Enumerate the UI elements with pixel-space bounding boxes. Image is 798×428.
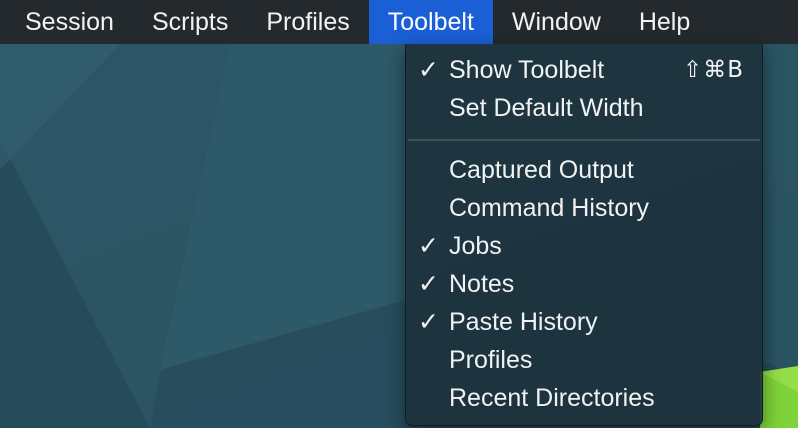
menu-separator — [408, 139, 760, 141]
menu-item-label: Profiles — [449, 346, 533, 374]
menu-item-label: Command History — [449, 194, 650, 222]
checkmark-icon: ✓ — [418, 270, 439, 298]
menu-item-recent-directories[interactable]: Recent Directories — [406, 379, 762, 417]
menu-item-label: Paste History — [449, 308, 598, 336]
keyboard-shortcut: ⇧⌘B — [682, 57, 744, 83]
checkmark-icon: ✓ — [418, 308, 439, 336]
menu-item-label: Jobs — [449, 232, 502, 260]
menu-item-captured-output[interactable]: Captured Output — [406, 151, 762, 189]
menu-item-set-default-width[interactable]: Set Default Width — [406, 89, 762, 127]
checkmark-icon: ✓ — [418, 56, 439, 84]
menu-item-show-toolbelt[interactable]: ✓ Show Toolbelt ⇧⌘B — [406, 51, 762, 89]
menu-bar: Session Scripts Profiles Toolbelt Window… — [0, 0, 798, 44]
menu-item-notes[interactable]: ✓ Notes — [406, 265, 762, 303]
toolbelt-dropdown-menu: ✓ Show Toolbelt ⇧⌘B Set Default Width Ca… — [405, 44, 763, 426]
menu-session[interactable]: Session — [0, 0, 133, 44]
menu-profiles[interactable]: Profiles — [247, 0, 368, 44]
menu-item-label: Set Default Width — [449, 94, 644, 122]
menu-item-command-history[interactable]: Command History — [406, 189, 762, 227]
desktop-background: Session Scripts Profiles Toolbelt Window… — [0, 0, 798, 428]
menu-item-profiles[interactable]: Profiles — [406, 341, 762, 379]
menu-item-jobs[interactable]: ✓ Jobs — [406, 227, 762, 265]
menu-item-label: Recent Directories — [449, 384, 655, 412]
checkmark-icon: ✓ — [418, 232, 439, 260]
menu-toolbelt[interactable]: Toolbelt — [368, 0, 493, 44]
menu-item-label: Captured Output — [449, 156, 634, 184]
menu-help[interactable]: Help — [620, 0, 709, 44]
menu-scripts[interactable]: Scripts — [133, 0, 247, 44]
menu-item-label: Show Toolbelt — [449, 56, 605, 84]
menu-window[interactable]: Window — [493, 0, 620, 44]
menu-item-label: Notes — [449, 270, 515, 298]
menu-item-paste-history[interactable]: ✓ Paste History — [406, 303, 762, 341]
